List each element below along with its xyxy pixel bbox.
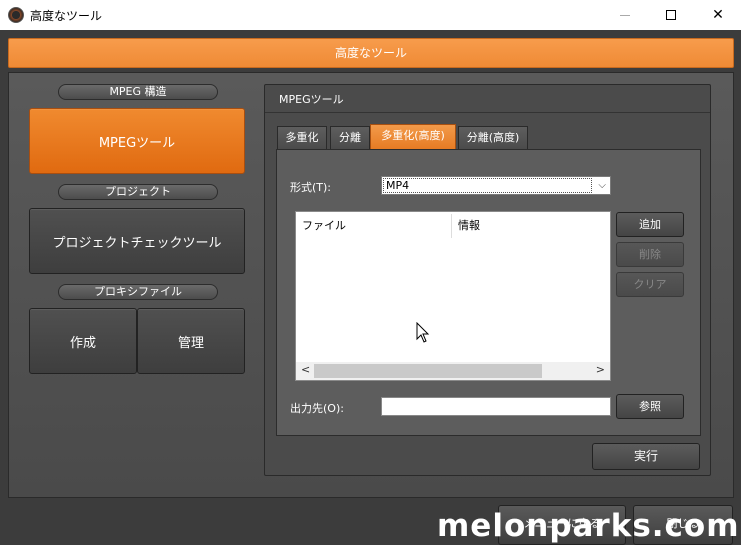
watermark: melonparks.com bbox=[437, 508, 740, 544]
browse-button-label: 参照 bbox=[639, 400, 661, 413]
minimize-icon[interactable] bbox=[602, 0, 648, 30]
scroll-right-icon[interactable]: > bbox=[596, 363, 605, 376]
clear-button-label: クリア bbox=[633, 278, 667, 291]
file-list[interactable]: ファイル 情報 < > bbox=[295, 211, 611, 381]
format-value: MP4 bbox=[383, 178, 592, 193]
scrollbar-thumb[interactable] bbox=[314, 364, 542, 378]
panel-divider bbox=[265, 112, 710, 113]
execute-button[interactable]: 実行 bbox=[592, 443, 700, 470]
column-header-info[interactable]: 情報 bbox=[458, 217, 480, 233]
clear-button[interactable]: クリア bbox=[616, 272, 684, 297]
app-icon bbox=[8, 7, 24, 23]
project-section-label: プロジェクト bbox=[58, 184, 218, 200]
format-select[interactable]: MP4 ⌵ bbox=[381, 176, 611, 195]
column-header-file[interactable]: ファイル bbox=[302, 217, 346, 233]
output-label: 出力先(O): bbox=[290, 402, 344, 415]
window-title: 高度なツール bbox=[30, 9, 103, 23]
horizontal-scrollbar[interactable]: < > bbox=[296, 362, 610, 380]
create-proxy-button-label: 作成 bbox=[69, 335, 96, 351]
tab-demux-advanced-label: 分離(高度) bbox=[466, 131, 520, 144]
add-button-label: 追加 bbox=[639, 218, 661, 231]
execute-button-label: 実行 bbox=[633, 449, 658, 463]
tab-demux[interactable]: 分離 bbox=[330, 126, 370, 150]
title-bar: 高度なツール ✕ bbox=[0, 0, 741, 30]
tab-mux[interactable]: 多重化 bbox=[277, 126, 327, 150]
project-check-button-label: プロジェクトチェックツール bbox=[52, 235, 222, 251]
chevron-down-icon: ⌵ bbox=[598, 180, 606, 191]
tab-mux-advanced[interactable]: 多重化(高度) bbox=[370, 124, 456, 150]
mpeg-tool-button-label: MPEGツール bbox=[98, 135, 176, 151]
manage-proxy-button-label: 管理 bbox=[177, 335, 204, 351]
mpeg-section-label: MPEG 構造 bbox=[58, 84, 218, 100]
delete-button-label: 削除 bbox=[639, 248, 661, 261]
panel-title: MPEGツール bbox=[279, 93, 344, 106]
mouse-cursor-icon bbox=[416, 322, 430, 343]
scroll-left-icon[interactable]: < bbox=[301, 363, 310, 376]
manage-proxy-button[interactable]: 管理 bbox=[137, 308, 245, 374]
output-path-input[interactable] bbox=[381, 397, 611, 416]
mpeg-tool-button[interactable]: MPEGツール bbox=[29, 108, 245, 174]
header-bar: 高度なツール bbox=[8, 38, 734, 68]
format-label: 形式(T): bbox=[290, 181, 332, 194]
create-proxy-button[interactable]: 作成 bbox=[29, 308, 137, 374]
tab-demux-advanced[interactable]: 分離(高度) bbox=[458, 126, 528, 150]
proxy-section-label: プロキシファイル bbox=[58, 284, 218, 300]
tab-mux-label: 多重化 bbox=[285, 131, 319, 144]
maximize-icon[interactable] bbox=[648, 0, 694, 30]
tab-mux-advanced-label: 多重化(高度) bbox=[381, 129, 445, 142]
header-title: 高度なツール bbox=[334, 46, 407, 60]
column-divider[interactable] bbox=[451, 214, 452, 238]
delete-button[interactable]: 削除 bbox=[616, 242, 684, 267]
browse-button[interactable]: 参照 bbox=[616, 394, 684, 419]
tab-demux-label: 分離 bbox=[339, 131, 361, 144]
close-icon[interactable]: ✕ bbox=[695, 0, 741, 30]
project-check-button[interactable]: プロジェクトチェックツール bbox=[29, 208, 245, 274]
add-button[interactable]: 追加 bbox=[616, 212, 684, 237]
